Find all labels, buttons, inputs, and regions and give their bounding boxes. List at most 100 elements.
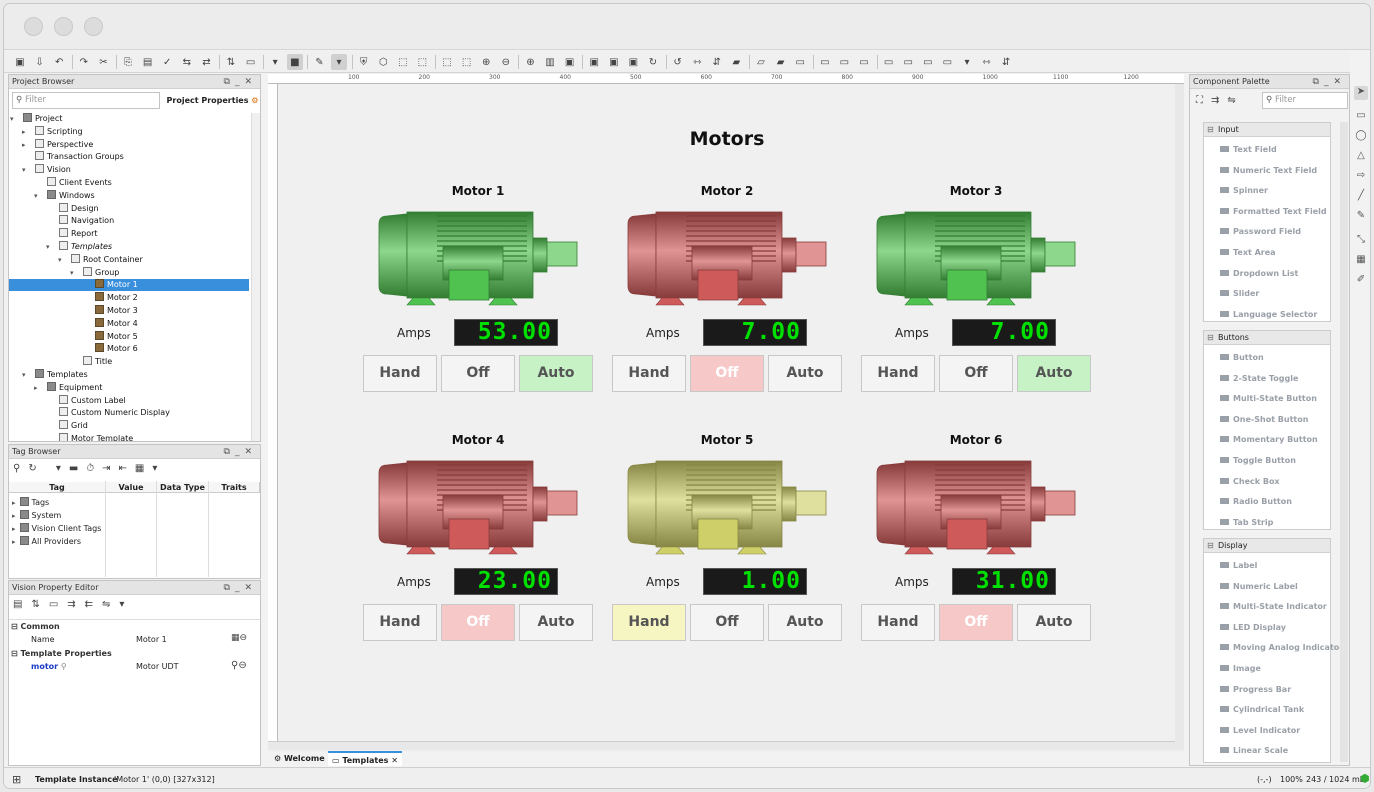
toolbar-tool-22-icon[interactable]: ⊕ xyxy=(478,54,494,70)
palette-item[interactable]: Button xyxy=(1220,353,1264,362)
toolbar-tool-0-icon[interactable]: ▣ xyxy=(12,54,28,70)
palette-item[interactable]: Dropdown List xyxy=(1220,269,1298,278)
off-button[interactable]: Off xyxy=(441,604,515,641)
motor-template-instance[interactable]: Motor 5 Amps 1.00 Hand Off Auto xyxy=(612,429,842,669)
chevron-right-icon[interactable]: ▸ xyxy=(12,499,16,507)
palette-item[interactable]: Radio Button xyxy=(1220,497,1292,506)
palette-scrollbar[interactable] xyxy=(1340,122,1348,762)
palette-item[interactable]: Language Selector xyxy=(1220,310,1317,319)
chevron-icon[interactable]: ▾ xyxy=(22,164,26,176)
tree-item[interactable]: Report xyxy=(9,228,249,240)
drawing-tool-4-icon[interactable]: ⇨ xyxy=(1354,170,1368,184)
toolbar-tool-43-icon[interactable]: ▭ xyxy=(920,54,936,70)
palette-section-header[interactable]: Display xyxy=(1204,539,1330,553)
panel-controls[interactable]: ⧉_✕ xyxy=(224,445,257,459)
palette-item[interactable]: Momentary Button xyxy=(1220,435,1318,444)
toolbar-tool-35-icon[interactable]: ▱ xyxy=(753,54,769,70)
hand-button[interactable]: Hand xyxy=(612,604,686,641)
tree-item[interactable]: Grid xyxy=(9,420,249,432)
canvas-horizontal-scrollbar[interactable] xyxy=(268,741,1184,750)
canvas-vertical-scrollbar[interactable] xyxy=(1175,84,1184,742)
auto-button[interactable]: Auto xyxy=(1017,604,1091,641)
tree-item[interactable]: ▾ Project xyxy=(9,113,249,125)
toolbar-tool-1-icon[interactable]: ⇩ xyxy=(32,54,48,70)
drawing-tool-0-icon[interactable]: ➤ xyxy=(1354,86,1368,100)
drawing-tool-9-icon[interactable]: ✐ xyxy=(1354,274,1368,288)
tag-row[interactable]: ▸ Vision Client Tags xyxy=(12,523,101,533)
palette-item[interactable]: Text Field xyxy=(1220,145,1277,154)
toolbar-tool-26-icon[interactable]: ▣ xyxy=(562,54,578,70)
toolbar-tool-44-icon[interactable]: ▭ xyxy=(939,54,955,70)
palette-item[interactable]: Moving Analog Indicator xyxy=(1220,643,1343,652)
motor-property-value[interactable]: Motor UDT xyxy=(136,662,179,671)
auto-button[interactable]: Auto xyxy=(768,604,842,641)
palette-item[interactable]: Cylindrical Tank xyxy=(1220,705,1304,714)
tree-item[interactable]: Custom Label xyxy=(9,394,249,407)
tree-item[interactable]: Motor 1 xyxy=(9,279,249,292)
toolbar-tool-42-icon[interactable]: ▭ xyxy=(900,54,916,70)
grid-icon[interactable]: ⊞ xyxy=(12,773,21,786)
palette-item[interactable]: Multi-State Button xyxy=(1220,394,1317,403)
auto-button[interactable]: Auto xyxy=(768,355,842,392)
toolbar-tool-39-icon[interactable]: ▭ xyxy=(836,54,852,70)
motor-template-instance[interactable]: Motor 2 Amps 7.00 Hand Off Auto xyxy=(612,180,842,420)
property-toolbar[interactable]: ▤⇅▭⇉⇇⇋▾ xyxy=(13,599,133,610)
tree-item[interactable]: ▾ Templates xyxy=(9,241,249,253)
motor-template-instance[interactable]: Motor 4 Amps 23.00 Hand Off Auto xyxy=(363,429,593,669)
off-button[interactable]: Off xyxy=(939,355,1013,392)
palette-item[interactable]: Toggle Button xyxy=(1220,456,1296,465)
tag-column-header[interactable]: Tag xyxy=(9,482,106,493)
chevron-icon[interactable]: ▸ xyxy=(34,382,38,394)
tree-item[interactable]: Transaction Groups xyxy=(9,151,249,163)
hand-button[interactable]: Hand xyxy=(363,355,437,392)
palette-item[interactable]: Text Area xyxy=(1220,248,1276,257)
off-button[interactable]: Off xyxy=(939,604,1013,641)
toolbar-tool-11-icon[interactable]: ▭ xyxy=(243,54,259,70)
palette-item[interactable]: One-Shot Button xyxy=(1220,415,1308,424)
toolbar-tool-14-icon[interactable]: ✎ xyxy=(311,54,327,70)
tag-toolbar[interactable]: ⚲↻ ▾▬⏱⇥⇤▦▾ xyxy=(13,463,165,474)
tree-item[interactable]: Navigation xyxy=(9,215,249,227)
palette-item[interactable]: Numeric Text Field xyxy=(1220,166,1317,175)
tree-item[interactable]: ▾ Group xyxy=(9,266,249,279)
tree-item[interactable]: ▸ Equipment xyxy=(9,381,249,394)
palette-item[interactable]: Formatted Text Field xyxy=(1220,207,1327,216)
toolbar-tool-19-icon[interactable]: ⬚ xyxy=(414,54,430,70)
toolbar-tool-36-icon[interactable]: ▰ xyxy=(773,54,789,70)
tree-item[interactable]: Motor Template xyxy=(9,433,249,441)
toolbar-tool-8-icon[interactable]: ⇆ xyxy=(179,54,195,70)
toolbar-tool-17-icon[interactable]: ⬡ xyxy=(375,54,391,70)
palette-item[interactable]: Progress Bar xyxy=(1220,685,1291,694)
auto-button[interactable]: Auto xyxy=(519,604,593,641)
tree-item[interactable]: Motor 3 xyxy=(9,305,249,317)
toolbar-tool-45-icon[interactable]: ▾ xyxy=(959,54,975,70)
toolbar-tool-25-icon[interactable]: ▥ xyxy=(542,54,558,70)
toolbar-tool-5-icon[interactable]: ⎘ xyxy=(120,54,136,70)
tree-item[interactable]: ▾ Vision xyxy=(9,164,249,176)
drawing-tool-3-icon[interactable]: △ xyxy=(1354,150,1368,164)
tree-item[interactable]: ▾ Windows xyxy=(9,189,249,202)
toolbar-tool-30-icon[interactable]: ↻ xyxy=(645,54,661,70)
toolbar-tool-15-icon[interactable]: ▾ xyxy=(331,54,347,70)
tag-column-header[interactable]: Traits xyxy=(209,482,260,493)
motor-template-instance[interactable]: Motor 1 Amps 53.00 Hand Off Auto xyxy=(363,180,593,420)
common-group[interactable]: ⊟ Common xyxy=(11,622,60,631)
palette-item[interactable]: Level Indicator xyxy=(1220,726,1300,735)
toolbar-tool-24-icon[interactable]: ⊕ xyxy=(522,54,538,70)
chevron-right-icon[interactable]: ▸ xyxy=(12,525,16,533)
toolbar-tool-37-icon[interactable]: ▭ xyxy=(792,54,808,70)
close-icon[interactable]: ✕ xyxy=(391,756,398,765)
toolbar-tool-12-icon[interactable]: ▾ xyxy=(267,54,283,70)
chevron-icon[interactable]: ▸ xyxy=(22,126,26,138)
minimize-window-button[interactable] xyxy=(54,17,73,36)
toolbar-tool-16-icon[interactable]: ⛨ xyxy=(356,54,372,70)
template-properties-group[interactable]: ⊟ Template Properties xyxy=(11,649,112,658)
panel-controls[interactable]: ⧉_✕ xyxy=(1313,75,1346,89)
palette-filter-input[interactable]: ⚲ Filter xyxy=(1262,92,1348,109)
palette-section-header[interactable]: Input xyxy=(1204,123,1330,137)
tree-item[interactable]: Motor 6 xyxy=(9,343,249,355)
motor-template-instance[interactable]: Motor 6 Amps 31.00 Hand Off Auto xyxy=(861,429,1091,669)
auto-button[interactable]: Auto xyxy=(1017,355,1091,392)
toolbar-tool-46-icon[interactable]: ⇿ xyxy=(979,54,995,70)
toolbar-tool-28-icon[interactable]: ▣ xyxy=(606,54,622,70)
